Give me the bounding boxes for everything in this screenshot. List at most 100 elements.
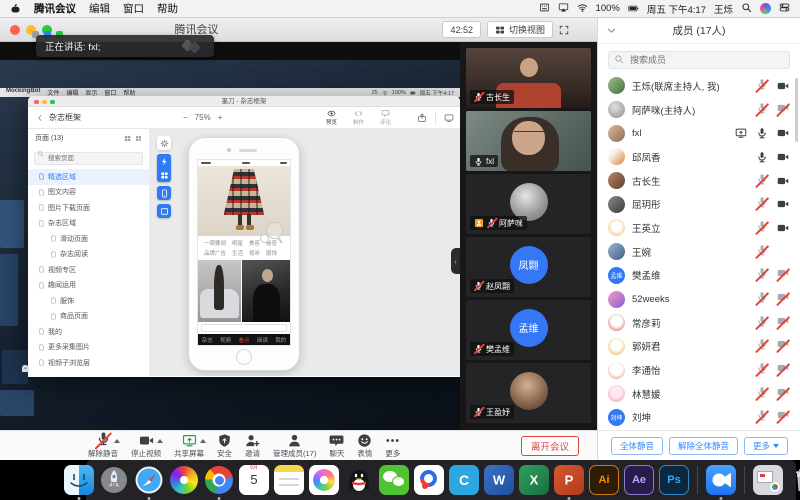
member-row[interactable]: 王烁(联席主持人, 我) <box>598 74 800 98</box>
footer-button-解除全体静音[interactable]: 解除全体静音 <box>669 437 738 455</box>
chevron-down-icon[interactable] <box>606 25 617 36</box>
mic-icon <box>474 92 483 101</box>
fullscreen-icon[interactable] <box>559 25 569 35</box>
member-row[interactable]: 屈玥彤 <box>598 192 800 216</box>
toolbar-停止视频[interactable]: 停止视频 <box>131 433 161 459</box>
spotlight-icon <box>741 2 752 13</box>
toolbar-管理成员(17)[interactable]: 管理成员(17) <box>273 433 316 459</box>
member-row[interactable]: 邱凤香 <box>598 145 800 169</box>
mic-muted-icon <box>756 77 768 95</box>
dock-item-launchpad[interactable] <box>99 465 129 495</box>
dock-item-after-effects[interactable]: Ae <box>624 465 654 495</box>
toolbar-解除静音[interactable]: 解除静音 <box>88 433 118 459</box>
phone-tab-我的: 我的 <box>275 336 286 344</box>
phone-tab-看点: 看点 <box>238 336 249 344</box>
menubar-airplay[interactable] <box>558 2 569 16</box>
dock-item-wechat[interactable] <box>379 465 409 495</box>
dock: 6月5 CWXPAiAePs <box>86 460 796 500</box>
footer-button-全体静音[interactable]: 全体静音 <box>611 437 663 455</box>
mockingbot-window-title: 墨刀 - 杂志框架 <box>28 96 460 107</box>
video-tile-fxl[interactable]: fxl <box>466 111 591 171</box>
spotlight[interactable] <box>741 2 752 16</box>
app-letter: X <box>519 473 549 488</box>
video-tile-王盈妤[interactable]: 王盈妤 <box>466 363 591 423</box>
member-row[interactable]: 林慧媛 <box>598 382 800 406</box>
dock-item-excel[interactable]: X <box>519 465 549 495</box>
toolbar-邀请[interactable]: 邀请 <box>245 433 260 459</box>
dock-item-finder[interactable] <box>64 465 94 495</box>
mic-muted-icon <box>474 281 483 292</box>
toolbar-安全[interactable]: 安全 <box>217 433 232 459</box>
toolbar-更多[interactable]: 更多 <box>385 433 400 459</box>
running-indicator <box>78 497 81 500</box>
toolbar-label: 管理成员(17) <box>273 448 316 459</box>
menu-item-窗口[interactable]: 窗口 <box>123 1 144 16</box>
dock-item-trash[interactable] <box>788 465 800 495</box>
dock-item-word[interactable]: W <box>484 465 514 495</box>
dock-item-notes[interactable] <box>274 465 304 495</box>
menu-item-腾讯会议[interactable]: 腾讯会议 <box>34 1 76 16</box>
menu-item-编辑[interactable]: 编辑 <box>89 1 110 16</box>
dock-item-qq[interactable] <box>344 465 374 495</box>
member-row[interactable]: fxl <box>598 121 800 145</box>
dock-item-powerpoint[interactable]: P <box>554 465 584 495</box>
speaking-toast-text: 正在讲话: fxl; <box>45 39 100 53</box>
member-row[interactable]: 刘坤刘坤 <box>598 406 800 430</box>
leave-meeting-button[interactable]: 离开会议 <box>521 436 579 456</box>
menubar-keyboard[interactable] <box>539 2 550 16</box>
member-row[interactable]: 王英立 <box>598 216 800 240</box>
video-tile-赵凤翾[interactable]: 凤翾赵凤翾 <box>466 237 591 297</box>
menu-item-帮助[interactable]: 帮助 <box>157 1 178 16</box>
downloads-icon <box>753 465 783 495</box>
menubar-username[interactable]: 王烁 <box>714 2 733 16</box>
dock-item-tencent-meeting[interactable] <box>706 465 736 495</box>
member-row[interactable]: 李通怡 <box>598 358 800 382</box>
mic-icon <box>756 196 768 208</box>
member-row[interactable]: 孟维樊孟维 <box>598 264 800 288</box>
dock-item-photoshop[interactable]: Ps <box>659 465 689 495</box>
camera-muted-icon <box>777 385 789 403</box>
camera-muted-icon <box>777 337 789 355</box>
dock-item-colorwheel[interactable] <box>169 465 199 495</box>
member-row[interactable]: 52weeks <box>598 287 800 311</box>
dock-item-chrome[interactable] <box>204 465 234 495</box>
qq-icon <box>344 465 374 495</box>
dock-item-baidu-netdisk[interactable] <box>414 465 444 495</box>
meeting-timer: 42:52 <box>442 21 481 38</box>
menubar-wifi[interactable] <box>577 2 588 16</box>
camera-icon <box>777 127 789 139</box>
toolbar-表情[interactable]: 表情 <box>357 433 372 459</box>
members-search-input[interactable] <box>608 51 790 69</box>
emoji-icon <box>357 433 372 448</box>
member-row[interactable]: 王婉 <box>598 240 800 264</box>
mic-muted-icon <box>756 408 768 426</box>
switch-view-button[interactable]: 切换视图 <box>487 21 553 38</box>
member-row[interactable]: 郭妍君 <box>598 335 800 359</box>
camera-icon <box>139 433 154 448</box>
member-row[interactable]: 古长生 <box>598 169 800 193</box>
members-scrollbar[interactable] <box>795 78 798 142</box>
video-tile-阿萨咪[interactable]: 阿萨咪 <box>466 174 591 234</box>
toolbar-共享屏幕[interactable]: 共享屏幕 <box>174 433 204 459</box>
dock-item-calendar[interactable]: 6月5 <box>239 465 269 495</box>
page-doc-icon <box>38 328 45 335</box>
member-controls <box>756 337 789 355</box>
video-tile-樊孟维[interactable]: 孟维樊孟维 <box>466 300 591 360</box>
member-row[interactable]: 常彦莉 <box>598 311 800 335</box>
toolbar-聊天[interactable]: 聊天 <box>329 433 344 459</box>
dock-item-safari[interactable] <box>134 465 164 495</box>
member-row[interactable]: 阿萨咪(主持人) <box>598 98 800 122</box>
page-item: 图片下载页面 <box>28 200 149 216</box>
siri-icon[interactable] <box>760 3 771 14</box>
video-tile-古长生[interactable]: 古长生 <box>466 48 591 108</box>
menubar-datetime[interactable]: 周五 下午4:17 <box>647 2 706 16</box>
dock-item-illustrator[interactable]: Ai <box>589 465 619 495</box>
chrome-icon <box>204 465 234 495</box>
footer-button-更多[interactable]: 更多 <box>744 437 788 455</box>
control-center[interactable] <box>779 2 790 16</box>
video-strip-collapse-handle[interactable]: ‹ <box>451 248 460 274</box>
caret-up-icon <box>114 439 120 443</box>
dock-item-cctalk[interactable]: C <box>449 465 479 495</box>
dock-item-photos[interactable] <box>309 465 339 495</box>
dock-item-downloads[interactable] <box>753 465 783 495</box>
